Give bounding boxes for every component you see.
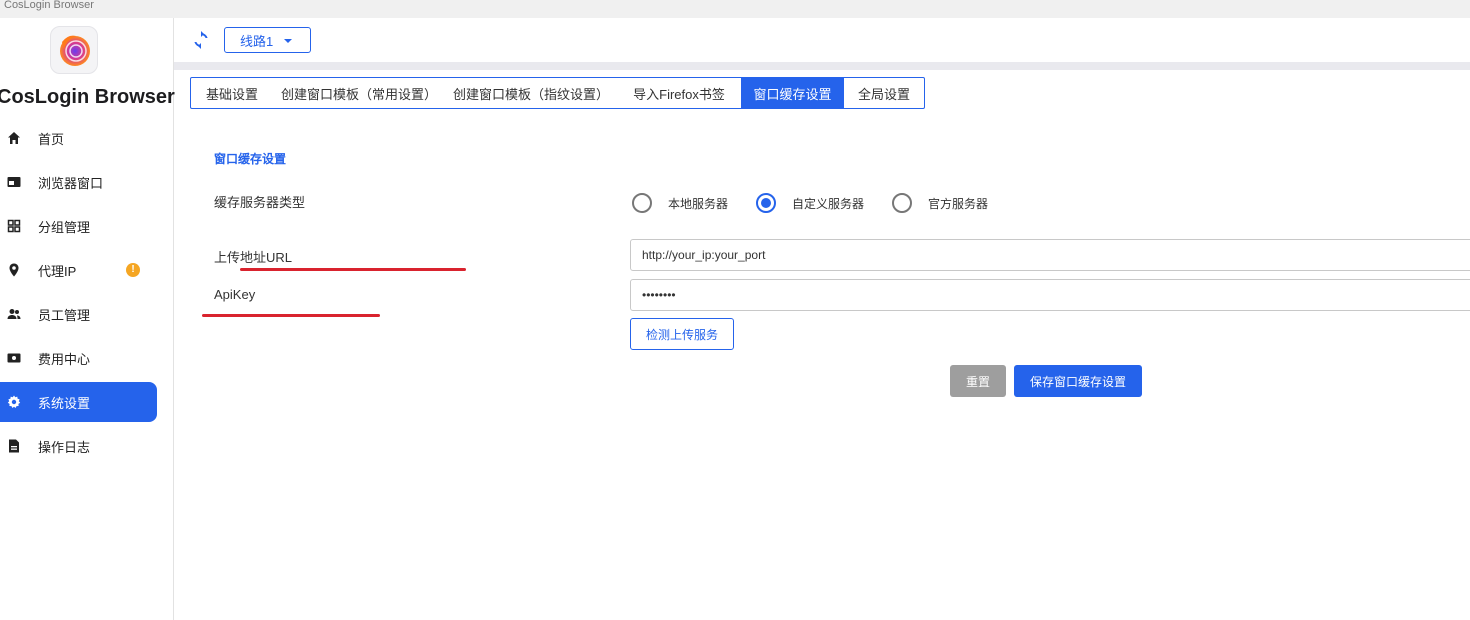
apikey-label: ApiKey bbox=[214, 287, 256, 302]
section-title: 窗口缓存设置 bbox=[214, 152, 287, 166]
gear-icon bbox=[7, 395, 21, 408]
brand-name: CosLogin Browser bbox=[0, 86, 175, 108]
sidebar-item-browser-window[interactable]: 浏览器窗口 bbox=[0, 162, 157, 202]
sidebar-item-label: 员工管理 bbox=[38, 307, 91, 323]
grid-icon bbox=[7, 219, 21, 233]
annotation-underline-url bbox=[240, 268, 466, 271]
warning-badge: ! bbox=[126, 263, 140, 277]
sidebar-item-operation-log[interactable]: 操作日志 bbox=[0, 426, 157, 466]
line-select-value: 线路1 bbox=[240, 33, 274, 49]
window-title: CosLogin Browser bbox=[0, 0, 1470, 18]
upload-url-label: 上传地址URL bbox=[214, 250, 293, 265]
sidebar-item-group-management[interactable]: 分组管理 bbox=[0, 206, 157, 246]
tab-global-settings[interactable]: 全局设置 bbox=[844, 78, 924, 108]
radio-official-server-label: 官方服务器 bbox=[928, 197, 989, 211]
location-pin-icon bbox=[9, 263, 19, 277]
home-icon bbox=[8, 132, 20, 144]
radio-local-server-label: 本地服务器 bbox=[668, 197, 729, 211]
save-cache-settings-button[interactable]: 保存窗口缓存设置 bbox=[1014, 365, 1142, 397]
app-logo bbox=[50, 26, 98, 74]
sidebar-item-label: 分组管理 bbox=[38, 219, 91, 235]
sidebar-item-label: 操作日志 bbox=[38, 439, 91, 455]
annotation-underline-apikey bbox=[202, 314, 380, 317]
people-icon bbox=[7, 309, 21, 319]
tab-window-template-fingerprint[interactable]: 创建窗口模板（指纹设置） bbox=[445, 78, 617, 108]
sidebar-item-label: 代理IP bbox=[38, 263, 77, 279]
radio-custom-server[interactable] bbox=[756, 193, 776, 213]
tab-basic-settings[interactable]: 基础设置 bbox=[191, 78, 273, 108]
server-type-label: 缓存服务器类型 bbox=[214, 195, 306, 210]
browser-window-icon bbox=[7, 177, 21, 187]
tab-window-template-common[interactable]: 创建窗口模板（常用设置） bbox=[273, 78, 445, 108]
sidebar-item-home[interactable]: 首页 bbox=[0, 118, 157, 158]
top-bar: 线路1 bbox=[174, 18, 1470, 62]
sidebar-item-system-settings[interactable]: 系统设置 bbox=[0, 382, 157, 422]
sidebar-item-billing-center[interactable]: 费用中心 bbox=[0, 338, 157, 378]
radio-official-server[interactable] bbox=[892, 193, 912, 213]
radio-custom-server-label: 自定义服务器 bbox=[792, 197, 865, 211]
apikey-input[interactable]: •••••••• bbox=[630, 279, 1470, 311]
line-select-dropdown[interactable]: 线路1 bbox=[224, 27, 311, 53]
top-bar-divider bbox=[174, 62, 1470, 70]
sidebar: CosLogin Browser 首页 浏览器窗口 分组管理 代理IP ! 员工… bbox=[0, 18, 175, 620]
settings-tabs: 基础设置 创建窗口模板（常用设置） 创建窗口模板（指纹设置） 导入Firefox… bbox=[190, 77, 925, 109]
sidebar-item-proxy-ip[interactable]: 代理IP ! bbox=[0, 250, 157, 290]
document-icon bbox=[9, 439, 19, 453]
refresh-icon[interactable] bbox=[191, 30, 211, 50]
main-content bbox=[182, 70, 1470, 620]
check-upload-service-button[interactable]: 检测上传服务 bbox=[630, 318, 734, 350]
sidebar-item-staff-management[interactable]: 员工管理 bbox=[0, 294, 157, 334]
billing-icon bbox=[7, 353, 21, 363]
sidebar-item-label: 系统设置 bbox=[38, 395, 91, 411]
sidebar-item-label: 首页 bbox=[38, 131, 65, 147]
radio-local-server[interactable] bbox=[632, 193, 652, 213]
caret-down-icon bbox=[284, 39, 292, 43]
tab-window-cache-settings[interactable]: 窗口缓存设置 bbox=[741, 78, 844, 108]
sidebar-item-label: 浏览器窗口 bbox=[38, 175, 104, 191]
tab-import-firefox-bookmarks[interactable]: 导入Firefox书签 bbox=[617, 78, 741, 108]
reset-button[interactable]: 重置 bbox=[950, 365, 1006, 397]
upload-url-input[interactable]: http://your_ip:your_port bbox=[630, 239, 1470, 271]
sidebar-item-label: 费用中心 bbox=[38, 351, 91, 367]
